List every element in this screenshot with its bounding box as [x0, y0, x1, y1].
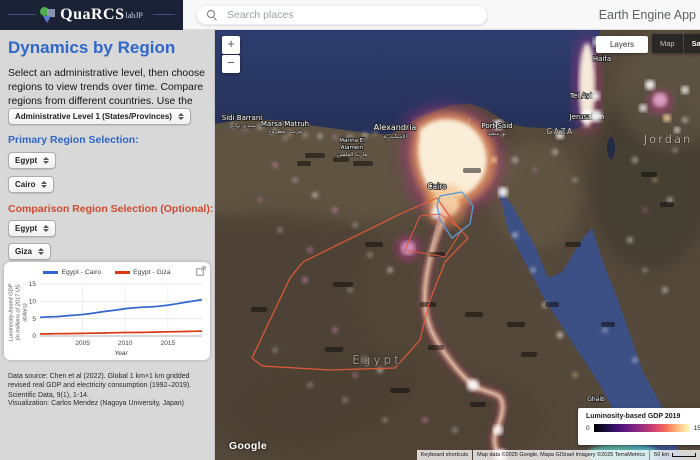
map-data-attribution: Map data ©2025 Google, Mapa GISrael Imag…: [473, 450, 649, 460]
quarcs-logo-icon: [40, 6, 56, 24]
map-sublabel-alexandria: الإسكندرية: [383, 133, 407, 140]
map-label-sidi-barrani: Sidi Barrani: [222, 114, 262, 122]
keyboard-shortcuts-link[interactable]: Keyboard shortcuts: [417, 450, 472, 460]
map-type-satellite-button[interactable]: Satellite: [684, 34, 700, 53]
svg-text:15: 15: [29, 281, 37, 288]
comparison-region-label: Comparison Region Selection (Optional):: [8, 203, 213, 215]
chart-plot-area: 2005 2010 2015 0 5 10 15: [4, 262, 210, 360]
gdp-trend-chart[interactable]: Egypt - Cairo Egypt - Giza 2005201020150…: [4, 262, 210, 360]
map-type-control: Map Satellite: [652, 34, 700, 53]
logo-decor-line: [153, 14, 175, 15]
admin-level-select[interactable]: Administrative Level 1 (States/Provinces…: [8, 108, 191, 125]
zoom-in-button[interactable]: +: [222, 36, 240, 54]
earth-engine-apps-label: Earth Engine App: [599, 8, 696, 22]
map-label-gaza: GAZA: [546, 127, 573, 136]
primary-country-select[interactable]: Egypt: [8, 152, 56, 169]
select-stepper-icon: [38, 248, 44, 255]
select-stepper-icon: [41, 181, 47, 188]
select-stepper-icon: [43, 157, 49, 164]
map-label-marina: Marina El: [339, 138, 365, 144]
map-label-ghaib: Ghaib: [587, 396, 605, 403]
logo-decor-line: [8, 14, 36, 15]
map-label-marina-2: Alamein: [341, 145, 364, 151]
earth-engine-app: QuaRCS labJP Search places Earth Engine …: [0, 0, 700, 460]
datasource-note: Data source: Chen et al (2022). Global 1…: [8, 372, 208, 400]
quarcs-logo[interactable]: QuaRCS labJP: [0, 0, 183, 30]
dead-sea: [607, 137, 615, 159]
map-attribution: Keyboard shortcuts Map data ©2025 Google…: [417, 450, 700, 460]
top-header: QuaRCS labJP Search places Earth Engine …: [0, 0, 700, 30]
chart-x-axis-title: Year: [40, 350, 202, 357]
primary-region-label: Primary Region Selection:: [8, 134, 139, 146]
map-scale: 50 km: [650, 450, 700, 460]
layers-button[interactable]: Layers: [596, 36, 648, 53]
logo-title: QuaRCS: [60, 6, 124, 24]
map-label-cairo: Cairo: [427, 182, 447, 191]
zoom-out-button[interactable]: −: [222, 55, 240, 73]
chart-y-axis-title: Luminosity-based GDP (in millions of 201…: [9, 283, 30, 341]
map-legend-max: 15: [694, 425, 700, 432]
comparison-country-select[interactable]: Egypt: [8, 220, 56, 237]
map-label-egypt: Egypt: [352, 353, 402, 367]
svg-text:5: 5: [32, 316, 36, 323]
map-canvas[interactable]: Sidi Barrani Marsa Matruh Marina El Alam…: [215, 30, 700, 460]
comparison-region-select[interactable]: Giza: [8, 243, 51, 260]
svg-text:0: 0: [32, 333, 36, 340]
map-sublabel-sidi-barrani: سيدي براني: [228, 123, 256, 129]
map-label-jordan: Jordan: [643, 132, 693, 146]
select-stepper-icon: [178, 113, 184, 120]
map-legend-title: Luminosity-based GDP 2019: [586, 413, 700, 420]
map-label-haifa: Haifa: [593, 55, 611, 63]
map-legend-gradient: [594, 424, 690, 432]
map-legend-min: 0: [586, 425, 590, 432]
map-type-map-button[interactable]: Map: [652, 34, 684, 53]
map-label-alexandria: Alexandria: [374, 123, 417, 132]
logo-subtitle: labJP: [126, 11, 143, 20]
search-icon: [207, 10, 217, 20]
svg-text:2015: 2015: [161, 340, 176, 347]
map-label-port-said: Port Said: [481, 122, 512, 130]
map-legend: Luminosity-based GDP 2019 0 15: [578, 408, 700, 445]
map-sublabel-marsa-matruh: مرسى مطروح: [268, 129, 302, 135]
map-label-marsa-matruh: Marsa Matruh: [261, 120, 309, 128]
map-sublabel-marina: مارينا العلمين: [337, 152, 368, 158]
scale-bar-line: [672, 453, 696, 457]
search-placeholder: Search places: [227, 9, 294, 21]
svg-text:10: 10: [29, 299, 37, 306]
control-panel: Dynamics by Region Select an administrat…: [0, 30, 215, 460]
search-input[interactable]: Search places: [196, 5, 488, 25]
google-logo[interactable]: Google: [229, 440, 267, 452]
satellite-imagery: Sidi Barrani Marsa Matruh Marina El Alam…: [215, 30, 700, 460]
map-sublabel-port-said: بورسعيد: [488, 131, 507, 137]
svg-text:2010: 2010: [118, 340, 133, 347]
select-stepper-icon: [43, 225, 49, 232]
svg-text:2005: 2005: [75, 340, 90, 347]
page-title: Dynamics by Region: [8, 38, 175, 58]
visualization-credit: Visualization: Carlos Mendez (Nagoya Uni…: [8, 399, 208, 408]
primary-region-select[interactable]: Cairo: [8, 176, 54, 193]
